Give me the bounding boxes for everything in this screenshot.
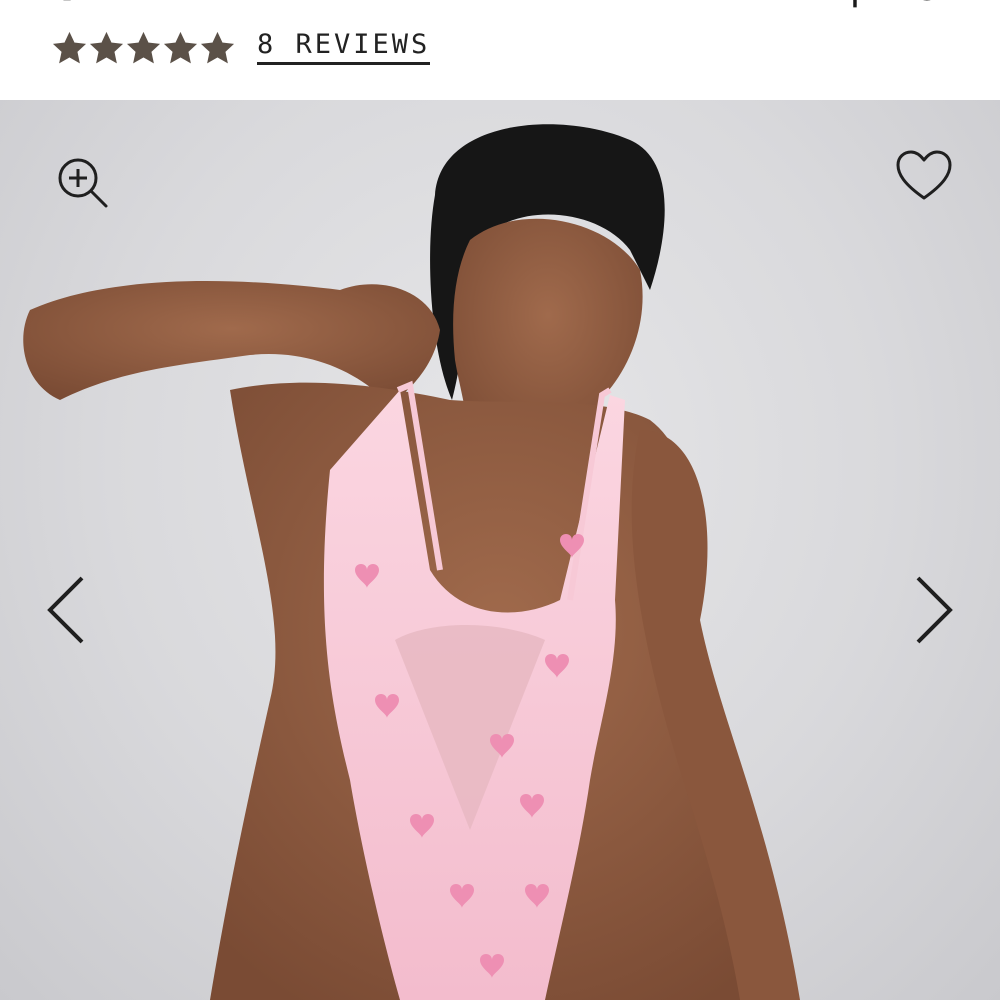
previous-image-button[interactable] [40, 572, 94, 648]
chevron-right-icon [916, 576, 953, 644]
next-image-button[interactable] [906, 572, 960, 648]
product-photo [23, 124, 800, 1000]
product-price: $78 [840, 0, 948, 8]
reviews-link[interactable]: 8 REVIEWS [257, 31, 431, 65]
chevron-left-icon [47, 576, 84, 644]
star-icon [52, 31, 87, 66]
star-icon [89, 31, 124, 66]
star-icon [163, 31, 198, 66]
product-title: TEDDY [52, 0, 243, 8]
favorite-button[interactable] [894, 148, 954, 204]
star-icon [126, 31, 161, 66]
product-image-gallery[interactable] [0, 100, 1000, 1000]
star-rating [52, 31, 235, 66]
star-icon [200, 31, 235, 66]
heart-outline-icon [896, 150, 952, 200]
rating-row: 8 REVIEWS [52, 26, 431, 70]
product-header: TEDDY $78 8 REVIEWS [0, 0, 1000, 100]
zoom-button[interactable] [54, 154, 110, 210]
zoom-in-icon [58, 158, 108, 208]
